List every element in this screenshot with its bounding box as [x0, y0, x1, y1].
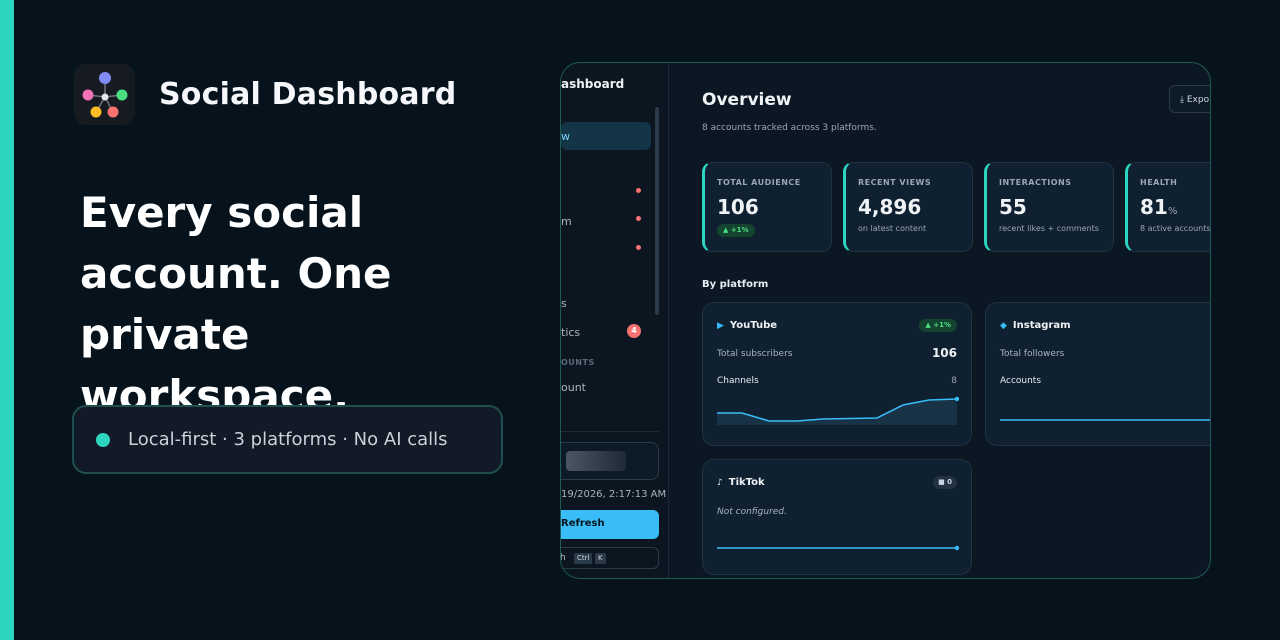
- stat-label: RECENT VIEWS: [858, 178, 932, 187]
- feature-pill: Local-first · 3 platforms · No AI calls: [72, 405, 503, 474]
- section-heading: By platform: [702, 279, 769, 290]
- sidebar-item-label: w: [561, 130, 570, 143]
- profile-selector[interactable]: [561, 442, 659, 480]
- kbd-ctrl: Ctrl: [574, 553, 593, 564]
- stat-card-recent-views: RECENT VIEWS 4,896 on latest content: [843, 162, 973, 252]
- status-dot-icon: [96, 432, 110, 447]
- sparkline-chart: [717, 396, 959, 425]
- platform-name: ◆ Instagram: [1000, 320, 1071, 331]
- stat-label: INTERACTIONS: [999, 178, 1072, 187]
- platform-name: ▶ YouTube: [717, 320, 777, 331]
- page-subtitle: 8 accounts tracked across 3 platforms.: [702, 123, 877, 133]
- divider: [561, 431, 659, 432]
- sparkline-chart: [717, 545, 960, 551]
- sidebar-title: ashboard: [561, 77, 625, 91]
- stat-label: TOTAL AUDIENCE: [717, 178, 801, 187]
- accent-bar: [0, 0, 14, 640]
- page-title: Overview: [702, 90, 792, 110]
- sidebar-scrollbar[interactable]: [655, 107, 659, 315]
- status-text: Not configured.: [717, 507, 787, 517]
- metric-value: 106: [931, 346, 957, 360]
- stat-value: 4,896: [858, 195, 922, 219]
- stat-label: HEALTH: [1140, 178, 1178, 187]
- stat-value: 81%: [1140, 195, 1177, 219]
- sub-value: 8: [951, 376, 957, 386]
- last-updated: 19/2026, 2:17:13 AM: [561, 489, 667, 500]
- main-content: Overview 8 accounts tracked across 3 pla…: [669, 63, 1210, 578]
- alert-dot-icon: [636, 216, 641, 221]
- health-unit: %: [1167, 206, 1178, 217]
- pill-text: Local-first · 3 platforms · No AI calls: [128, 429, 448, 450]
- platform-name-text: Instagram: [1012, 320, 1071, 331]
- diamond-icon: ◆: [1000, 321, 1007, 331]
- sidebar-item-overview[interactable]: w: [561, 122, 651, 150]
- notification-badge: 4: [627, 324, 641, 338]
- platform-card-instagram[interactable]: ◆ Instagram Total followers Accounts: [985, 302, 1210, 446]
- alert-dot-icon: [636, 245, 641, 250]
- stat-sub: 8 active accounts: [1140, 224, 1211, 233]
- platform-card-tiktok[interactable]: ♪ TikTok ■ 0 Not configured.: [702, 459, 972, 575]
- stat-value: 106: [717, 195, 759, 219]
- metric-label: Total subscribers: [717, 349, 793, 359]
- headline: Every social account. One private worksp…: [80, 188, 392, 420]
- sidebar-item[interactable]: s: [561, 297, 567, 310]
- logo-icon: [74, 64, 135, 125]
- stat-card-health: HEALTH 81% 8 active accounts: [1125, 162, 1211, 252]
- refresh-label: Refresh: [561, 518, 605, 529]
- health-value: 81: [1140, 195, 1168, 219]
- refresh-button[interactable]: Refresh: [561, 510, 659, 539]
- stat-sub: recent likes + comments: [999, 224, 1099, 233]
- brand: Social Dashboard: [74, 64, 456, 125]
- stat-value: 55: [999, 195, 1027, 219]
- music-note-icon: ♪: [717, 478, 723, 488]
- avatar: [566, 451, 626, 471]
- count-badge: ■ 0: [933, 476, 957, 489]
- export-button[interactable]: ⤓ Expo: [1169, 85, 1210, 113]
- brand-name: Social Dashboard: [159, 77, 457, 112]
- sidebar-section-accounts: OUNTS: [561, 358, 595, 367]
- sidebar: ashboard w m s tics 4 OUNTS ount 19/2026…: [560, 63, 669, 578]
- platform-name-text: YouTube: [729, 320, 778, 331]
- platform-name: ♪ TikTok: [717, 477, 765, 488]
- sidebar-item-account[interactable]: ount: [561, 381, 586, 394]
- search-button[interactable]: h Ctrl K: [560, 547, 659, 569]
- sparkline-chart: [1000, 419, 1210, 421]
- alert-dot-icon: [636, 188, 641, 193]
- kbd-k: K: [595, 553, 606, 564]
- trend-badge: ▲ +1%: [717, 224, 755, 237]
- sub-label: Channels: [717, 376, 759, 386]
- sidebar-item[interactable]: m: [561, 215, 572, 228]
- sidebar-item-analytics[interactable]: tics: [561, 326, 580, 339]
- stat-card-interactions: INTERACTIONS 55 recent likes + comments: [984, 162, 1114, 252]
- platform-card-youtube[interactable]: ▶ YouTube ▲ +1% Total subscribers 106 Cha…: [702, 302, 972, 446]
- metric-label: Total followers: [1000, 349, 1065, 359]
- trend-badge: ▲ +1%: [919, 319, 957, 332]
- app-window: ashboard w m s tics 4 OUNTS ount 19/2026…: [560, 62, 1211, 579]
- stat-sub: on latest content: [858, 224, 927, 233]
- play-icon: ▶: [717, 321, 724, 331]
- export-label: ⤓ Expo: [1180, 95, 1210, 105]
- platform-name-text: TikTok: [728, 477, 765, 488]
- stat-card-total-audience: TOTAL AUDIENCE 106 ▲ +1%: [702, 162, 832, 252]
- search-label: h: [560, 553, 566, 563]
- sub-label: Accounts: [1000, 376, 1042, 386]
